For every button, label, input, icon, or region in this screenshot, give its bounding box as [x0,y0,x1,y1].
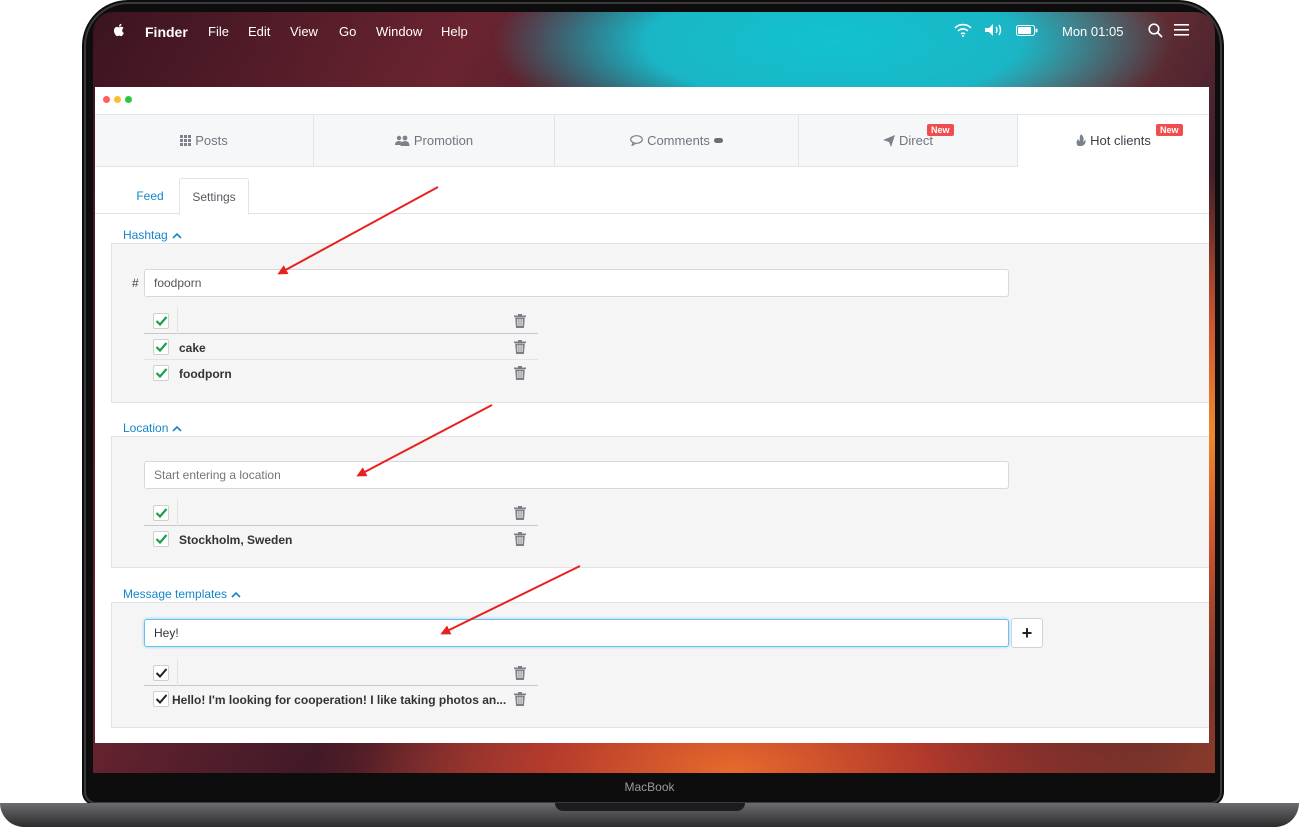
arrow-hashtag [277,186,439,275]
macbook-label: MacBook [624,780,675,794]
arrow-template [440,565,581,635]
macbook-mockup: MacBook Finder File Edit View Go Window … [0,0,1299,829]
annotation-arrows [277,186,581,635]
laptop-notch [555,803,745,811]
arrow-location [356,404,493,477]
screen: Finder File Edit View Go Window Help Mon… [93,12,1215,773]
